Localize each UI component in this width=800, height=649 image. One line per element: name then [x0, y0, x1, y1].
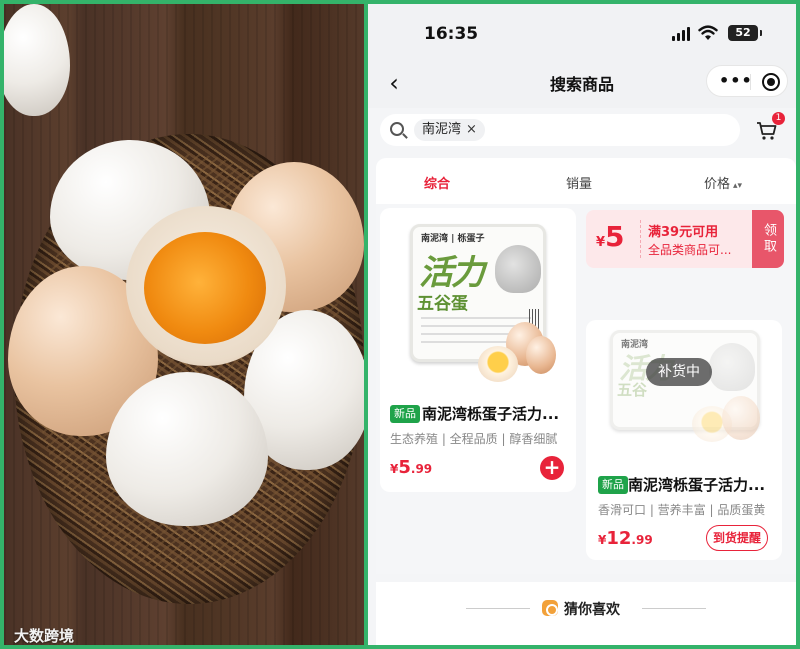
more-dots-icon[interactable]: ••• [719, 73, 753, 89]
sort-tab-price-label: 价格 [704, 177, 731, 192]
product-card[interactable]: 南泥湾 活力 五谷 补货中 新品 南泥湾栎蛋子活力... 香滑可口 | 营养丰富… [586, 320, 782, 560]
clear-keyword-icon[interactable]: × [466, 119, 477, 141]
wifi-icon [698, 25, 718, 40]
coupon-scope: 全品类商品可... [648, 243, 732, 257]
coupon-banner[interactable]: ¥5 满39元可用 全品类商品可... 领取 [586, 210, 784, 268]
watermark-logo: 大数跨境 [14, 627, 75, 645]
recommendations-header: 猜你喜欢 [376, 582, 796, 645]
status-bar: 16:35 52 [368, 4, 796, 62]
product-tags: 香滑可口 | 营养丰富 | 品质蛋黄 [598, 503, 766, 517]
coupon-amount: ¥5 [596, 220, 625, 253]
battery-icon: 52 [728, 25, 762, 41]
add-to-cart-button[interactable]: + [540, 456, 564, 480]
sort-bar: 综合 销量 价格 ▴▾ [376, 158, 796, 204]
divider-right [642, 608, 706, 609]
hen-illustration [495, 245, 541, 293]
price-dec: .99 [410, 462, 433, 476]
new-badge: 新品 [390, 405, 420, 423]
search-keyword-chip[interactable]: 南泥湾 × [414, 119, 485, 141]
capsule-divider [750, 74, 751, 90]
recommend-icon [542, 600, 558, 616]
sort-tab-sales[interactable]: 销量 [566, 173, 592, 192]
product-image: 南泥湾 | 栎蛋子 活力 五谷蛋 [394, 214, 564, 390]
pack-subtitle: 五谷蛋 [417, 294, 468, 314]
sort-arrows-icon: ▴▾ [733, 181, 743, 191]
cart-count-badge: 1 [772, 112, 785, 125]
new-badge: 新品 [598, 476, 628, 494]
status-time: 16:35 [424, 24, 479, 44]
signal-icon [672, 27, 690, 41]
search-bar[interactable]: 南泥湾 × [380, 114, 740, 146]
coupon-divider [640, 220, 641, 258]
sort-tab-price[interactable]: 价格 ▴▾ [704, 173, 742, 192]
product-card[interactable]: 南泥湾 | 栎蛋子 活力 五谷蛋 新品 南泥湾栎蛋子活力... 生态养殖 | 全… [380, 208, 576, 492]
price-dec: .99 [631, 533, 653, 547]
recommendations-label: 猜你喜欢 [564, 602, 620, 618]
price-int: 5 [398, 457, 411, 478]
out-of-stock-badge: 补货中 [646, 358, 712, 386]
phone-screen: 16:35 52 ‹ 搜索商品 ••• 南泥湾 × 1 综合 销量 价格 ▴▾ … [368, 4, 796, 645]
restock-reminder-button[interactable]: 到货提醒 [706, 525, 769, 551]
sort-tab-comprehensive[interactable]: 综合 [424, 173, 450, 192]
claim-coupon-button[interactable]: 领取 [752, 210, 784, 268]
product-title: 南泥湾栎蛋子活力... [422, 405, 560, 423]
pack-brand: 南泥湾 | 栎蛋子 [421, 234, 485, 244]
product-price: ¥12.99 [598, 528, 653, 549]
nav-bar: ‹ 搜索商品 ••• [368, 62, 796, 108]
coupon-condition: 满39元可用 [648, 225, 719, 240]
product-price: ¥5.99 [390, 457, 432, 478]
price-int: 12 [606, 528, 632, 549]
out-of-stock-overlay: 补货中 [586, 320, 782, 460]
eggs-photo: 大数跨境 [4, 4, 364, 645]
product-title: 南泥湾栎蛋子活力... [628, 476, 766, 494]
close-target-icon[interactable] [762, 73, 780, 91]
pack-name: 活力 [419, 253, 485, 293]
search-icon [390, 122, 404, 136]
miniprogram-capsule: ••• [706, 65, 788, 97]
search-keyword: 南泥湾 [422, 122, 462, 137]
coupon-currency: ¥ [596, 235, 606, 250]
egg-brown [526, 336, 556, 374]
product-tags: 生态养殖 | 全程品质 | 醇香细腻 [390, 432, 558, 446]
egg-yolk [144, 232, 266, 344]
egg-broken [478, 346, 518, 382]
divider-left [466, 608, 530, 609]
coupon-value: 5 [605, 220, 625, 253]
